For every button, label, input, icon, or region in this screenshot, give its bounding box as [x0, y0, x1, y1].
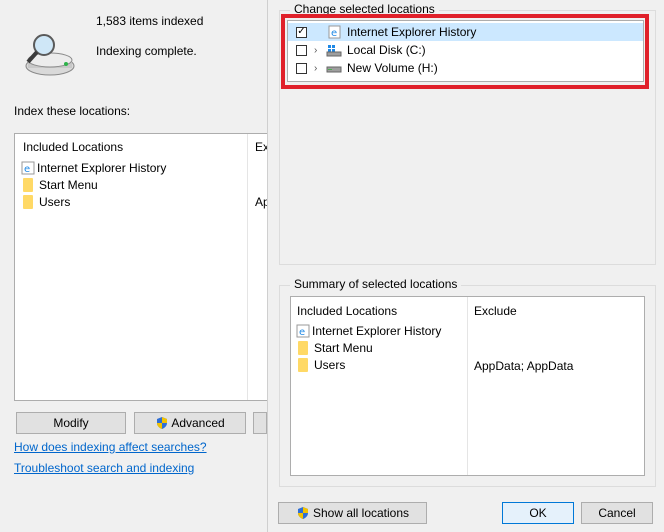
chevron-right-icon[interactable]: ›	[314, 63, 317, 74]
shield-icon	[157, 417, 168, 429]
checkbox[interactable]	[296, 44, 307, 56]
partial-button[interactable]	[253, 412, 267, 434]
svg-text:e: e	[331, 28, 337, 39]
show-all-locations-button[interactable]: Show all locations	[278, 502, 427, 524]
list-item[interactable]: e Internet Explorer History	[21, 161, 166, 175]
svg-text:e: e	[299, 327, 305, 338]
internet-explorer-icon: e	[328, 25, 341, 39]
tree-item-label: Internet Explorer History	[347, 25, 477, 39]
items-indexed-count: 1,583 items indexed	[96, 14, 204, 28]
summary-legend: Summary of selected locations	[290, 277, 462, 291]
checkbox-checked[interactable]: ✓	[296, 26, 307, 38]
folder-icon	[23, 195, 33, 209]
column-divider	[247, 134, 248, 400]
chevron-right-icon[interactable]: ›	[314, 45, 317, 56]
summary-exclude-header: Exclude	[474, 304, 517, 318]
cancel-button[interactable]: Cancel	[581, 502, 653, 524]
change-locations-legend: Change selected locations	[290, 2, 439, 16]
list-item[interactable]: Users	[298, 358, 345, 372]
advanced-button[interactable]: Advanced	[134, 412, 246, 434]
included-locations-header: Included Locations	[23, 140, 124, 154]
indexing-options-window: 1,583 items indexed Indexing complete. I…	[0, 0, 274, 532]
location-name: Internet Explorer History	[37, 161, 167, 175]
help-link-troubleshoot[interactable]: Troubleshoot search and indexing	[14, 461, 194, 475]
internet-explorer-icon: e	[296, 324, 310, 338]
tree-item-ie-history[interactable]: ✓ e Internet Explorer History	[288, 23, 643, 41]
tree-item-label: New Volume (H:)	[347, 61, 438, 75]
modify-button[interactable]: Modify	[16, 412, 126, 434]
list-item[interactable]: e Internet Explorer History	[296, 324, 441, 338]
svg-text:e: e	[24, 164, 30, 175]
folder-icon	[23, 178, 33, 192]
internet-explorer-icon: e	[21, 161, 35, 175]
help-link-indexing[interactable]: How does indexing affect searches?	[14, 440, 207, 454]
column-divider	[467, 297, 468, 475]
summary-included-header: Included Locations	[297, 304, 398, 318]
location-name: Start Menu	[39, 178, 98, 192]
list-item[interactable]: Start Menu	[23, 178, 98, 192]
location-name: Internet Explorer History	[312, 324, 442, 338]
summary-list[interactable]: Included Locations Exclude e Internet Ex…	[290, 296, 645, 476]
location-name: Start Menu	[314, 341, 373, 355]
list-item[interactable]: Users	[23, 195, 70, 209]
included-locations-list[interactable]: Included Locations Ex e Internet Explore…	[14, 133, 274, 401]
location-name: Users	[39, 195, 71, 209]
list-item[interactable]: Start Menu	[298, 341, 373, 355]
location-name: Users	[314, 358, 346, 372]
locations-tree[interactable]: ✓ e Internet Explorer History › Local Di…	[287, 20, 644, 82]
indexing-status: Indexing complete.	[96, 44, 197, 58]
tree-item-local-disk[interactable]: › Local Disk (C:)	[288, 41, 643, 59]
drive-icon	[326, 66, 342, 73]
tree-item-label: Local Disk (C:)	[347, 43, 426, 57]
tree-item-new-volume[interactable]: › New Volume (H:)	[288, 59, 643, 77]
index-locations-label: Index these locations:	[14, 104, 131, 118]
folder-icon	[298, 358, 308, 372]
checkbox[interactable]	[296, 62, 307, 74]
magnifier-icon	[25, 34, 75, 76]
shield-icon	[297, 507, 308, 519]
folder-icon	[298, 341, 308, 355]
exclude-value: AppData; AppData	[474, 359, 574, 373]
drive-icon	[326, 45, 342, 57]
ok-button[interactable]: OK	[502, 502, 574, 524]
